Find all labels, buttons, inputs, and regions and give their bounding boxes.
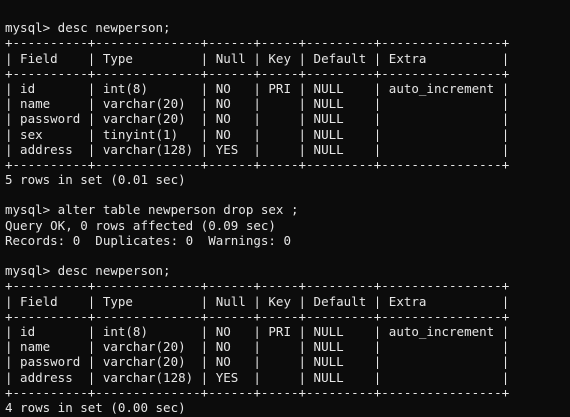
table-header-row: | Field | Type | Null | Key | Default | … bbox=[5, 293, 510, 309]
table-row: | name | varchar(20) | NO | | NULL | | bbox=[5, 96, 510, 112]
query-result: Query OK, 0 rows affected (0.09 sec) bbox=[5, 217, 276, 233]
terminal-output[interactable]: mysql> desc newperson; +----------+-----… bbox=[0, 0, 570, 417]
command-line: mysql> desc newperson; bbox=[5, 20, 171, 36]
table-border: +----------+--------------+------+-----+… bbox=[5, 384, 510, 400]
table-border: +----------+--------------+------+-----+… bbox=[5, 278, 510, 294]
command-line: mysql> alter table newperson drop sex ; bbox=[5, 202, 299, 218]
table-row: | id | int(8) | NO | PRI | NULL | auto_i… bbox=[5, 323, 510, 339]
table-border: +----------+--------------+------+-----+… bbox=[5, 308, 510, 324]
table-row: | address | varchar(128) | YES | | NULL … bbox=[5, 369, 510, 385]
command-line: mysql> desc newperson; bbox=[5, 263, 171, 279]
table-row: | address | varchar(128) | YES | | NULL … bbox=[5, 141, 510, 157]
table-row: | password | varchar(20) | NO | | NULL |… bbox=[5, 111, 510, 127]
table-row: | password | varchar(20) | NO | | NULL |… bbox=[5, 354, 510, 370]
table-border: +----------+--------------+------+-----+… bbox=[5, 35, 510, 51]
table-row: | name | varchar(20) | NO | | NULL | | bbox=[5, 339, 510, 355]
result-summary: 5 rows in set (0.01 sec) bbox=[5, 172, 186, 188]
table-row: | id | int(8) | NO | PRI | NULL | auto_i… bbox=[5, 80, 510, 96]
query-records: Records: 0 Duplicates: 0 Warnings: 0 bbox=[5, 232, 291, 248]
table-header-row: | Field | Type | Null | Key | Default | … bbox=[5, 50, 510, 66]
table-row: | sex | tinyint(1) | NO | | NULL | | bbox=[5, 126, 510, 142]
result-summary: 4 rows in set (0.00 sec) bbox=[5, 399, 186, 415]
table-border: +----------+--------------+------+-----+… bbox=[5, 65, 510, 81]
table-border: +----------+--------------+------+-----+… bbox=[5, 156, 510, 172]
